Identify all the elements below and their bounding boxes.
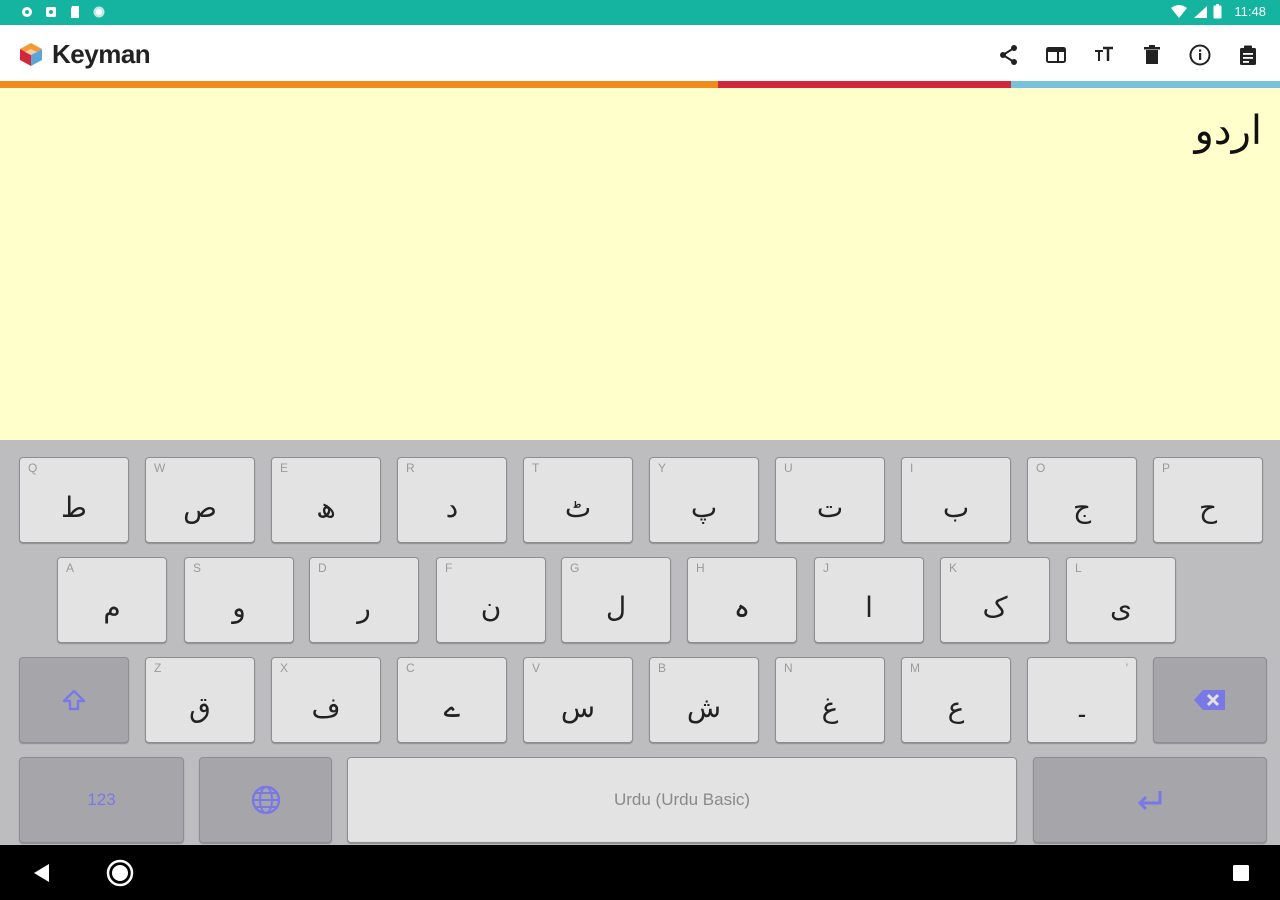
key-d[interactable]: Dر xyxy=(309,557,419,643)
back-icon xyxy=(34,864,49,882)
key-e[interactable]: Eھ xyxy=(271,457,381,543)
status-bar: 11:48 xyxy=(0,0,1280,25)
backspace-icon xyxy=(1194,690,1225,710)
home-icon xyxy=(106,859,134,887)
enter-icon xyxy=(1137,791,1162,811)
key-g[interactable]: Gل xyxy=(561,557,671,643)
back-button[interactable] xyxy=(27,859,55,887)
delete-button[interactable] xyxy=(1139,42,1165,68)
clipboard-icon xyxy=(1240,45,1256,65)
signal-icon xyxy=(1194,5,1208,18)
key-y[interactable]: Yپ xyxy=(649,457,759,543)
key-v[interactable]: Vس xyxy=(523,657,633,743)
browser-button[interactable] xyxy=(1043,42,1069,68)
app-notification-icon xyxy=(46,7,56,17)
globe-key[interactable] xyxy=(199,757,332,843)
sd-card-icon xyxy=(71,6,79,18)
key-k[interactable]: Kک xyxy=(940,557,1050,643)
key-q[interactable]: Qط xyxy=(19,457,129,543)
navigation-bar xyxy=(0,845,1280,900)
key-m[interactable]: Mع xyxy=(901,657,1011,743)
key-f[interactable]: Fن xyxy=(436,557,546,643)
browser-icon xyxy=(1046,47,1066,63)
app-bar: Keyman xyxy=(0,25,1280,81)
share-button[interactable] xyxy=(996,42,1022,68)
backspace-key[interactable] xyxy=(1153,657,1267,743)
info-button[interactable] xyxy=(1187,42,1213,68)
info-icon xyxy=(1189,44,1211,66)
share-icon xyxy=(1000,45,1017,65)
clipboard-button[interactable] xyxy=(1235,42,1261,68)
key-z[interactable]: Zق xyxy=(145,657,255,743)
key-u[interactable]: Uت xyxy=(775,457,885,543)
key-h[interactable]: Hہ xyxy=(687,557,797,643)
text-size-icon xyxy=(1095,46,1113,61)
key-p[interactable]: Pح xyxy=(1153,457,1263,543)
sync-icon xyxy=(93,6,105,18)
globe-icon xyxy=(251,785,280,815)
key-j[interactable]: Jا xyxy=(814,557,924,643)
key-period[interactable]: ' ۔ xyxy=(1027,657,1137,743)
text-size-button[interactable] xyxy=(1091,42,1117,68)
recents-button[interactable] xyxy=(1227,859,1255,887)
key-x[interactable]: Xف xyxy=(271,657,381,743)
key-r[interactable]: Rد xyxy=(397,457,507,543)
recents-icon xyxy=(1233,865,1249,881)
numeric-key[interactable]: 123 xyxy=(19,757,184,843)
text-editor[interactable]: اردو xyxy=(0,88,1280,440)
status-time: 11:48 xyxy=(1234,4,1266,19)
app-title: Keyman xyxy=(52,39,151,69)
key-n[interactable]: Nغ xyxy=(775,657,885,743)
delete-icon xyxy=(1144,45,1160,64)
key-b[interactable]: Bش xyxy=(649,657,759,743)
key-i[interactable]: Iب xyxy=(901,457,1011,543)
shift-key[interactable] xyxy=(19,657,129,743)
settings-icon xyxy=(22,7,32,17)
key-c[interactable]: Cے xyxy=(397,657,507,743)
key-s[interactable]: Sو xyxy=(184,557,294,643)
enter-key[interactable] xyxy=(1033,757,1267,843)
keyman-logo xyxy=(20,43,42,66)
text-content[interactable]: اردو xyxy=(1194,108,1262,154)
keyboard: Qط Wص Eھ Rد Tٹ Yپ Uت Iب Oج Pح Aم Sو Dر F… xyxy=(0,440,1280,845)
battery-icon xyxy=(1213,4,1222,19)
spacebar[interactable]: Urdu (Urdu Basic) xyxy=(347,757,1017,843)
key-w[interactable]: Wص xyxy=(145,457,255,543)
key-t[interactable]: Tٹ xyxy=(523,457,633,543)
key-a[interactable]: Aم xyxy=(57,557,167,643)
key-o[interactable]: Oج xyxy=(1027,457,1137,543)
home-button[interactable] xyxy=(106,859,134,887)
brand-stripe xyxy=(0,81,1280,88)
key-l[interactable]: Lی xyxy=(1066,557,1176,643)
wifi-icon xyxy=(1171,4,1188,18)
shift-icon xyxy=(62,689,86,711)
